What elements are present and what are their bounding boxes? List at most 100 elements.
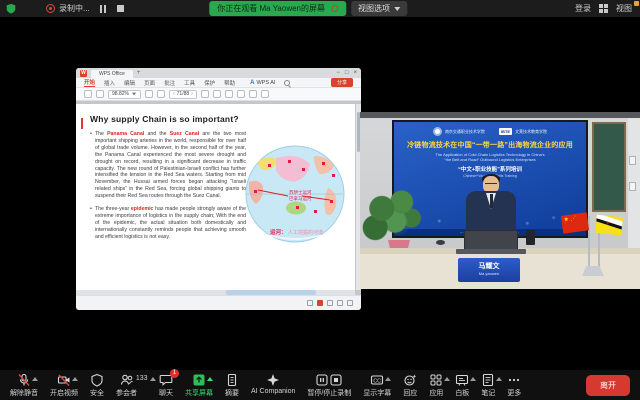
notes-button[interactable]: 笔记 [481,372,495,398]
watching-screen-banner: 你正在观看 Ma Yaowen的屏幕 [209,1,346,16]
status-icon[interactable] [337,300,343,306]
chevron-up-icon[interactable] [496,377,502,381]
chevron-up-icon[interactable] [32,377,38,381]
status-icon[interactable] [327,300,333,306]
wps-share-button[interactable]: 分享 [331,78,353,87]
slide-title: Why supply Chain is so important? [90,114,345,124]
nameplate-name-cn: 马耀文 [458,261,520,271]
pause-stop-recording-label: 暂停/停止录制 [307,388,351,398]
security-shield-icon[interactable] [6,3,16,14]
new-tab-button[interactable]: + [137,70,141,76]
toolbar-icon[interactable] [237,90,245,98]
leave-meeting-button[interactable]: 离开 [586,375,630,396]
toolbar-icon[interactable] [84,90,92,98]
apps-icon [429,373,443,387]
nameplate-name-en: Ma yaowen [458,271,520,276]
minimize-button[interactable]: − [336,68,340,78]
chevron-up-icon[interactable] [150,377,156,381]
view-options-label: 视图选项 [358,3,390,14]
wps-document-tab[interactable]: WPS Office [91,70,133,78]
status-icon[interactable] [317,300,323,306]
chalkboard [592,122,626,212]
toolbar-icon[interactable] [249,90,257,98]
menu-tab-edit[interactable]: 编辑 [124,79,135,87]
close-button[interactable]: × [353,68,357,78]
more-button[interactable]: 更多 [507,372,521,398]
horizontal-scrollbar[interactable] [76,290,355,295]
world-map-figure: 苏伊士运河 巴拿马运河 运河： 人工挖掘的河流 [244,144,346,248]
toolbar-icon[interactable] [213,90,221,98]
zoom-level-select[interactable]: 98.82% [108,90,141,99]
meeting-control-bar: 解除静音 开启视频 安 [0,370,640,400]
ai-companion-button[interactable]: AI Companion [251,372,295,395]
pause-recording-icon[interactable] [100,5,107,13]
pause-stop-recording-button[interactable]: 暂停/停止录制 [307,372,351,398]
toolbar-icon[interactable] [201,90,209,98]
view-button[interactable]: 视图 [616,3,632,14]
show-captions-button[interactable]: CC 显示字幕 [363,372,391,398]
record-controls-icon [316,373,342,387]
smartphone-on-stand [526,230,535,245]
paragraph-2: • The three-year epidemic has made peopl… [90,206,246,241]
menu-tab-tools[interactable]: 工具 [184,79,195,87]
share-screen-icon [192,373,206,387]
view-options-button[interactable]: 视图选项 [351,1,407,16]
mic-off-icon [17,373,31,387]
unmute-button[interactable]: 解除静音 [10,372,38,398]
menu-tab-home[interactable]: 开始 [84,78,95,87]
camera-off-icon [57,373,71,387]
menu-tab-help[interactable]: 帮助 [224,79,235,87]
slide-title-cn: 冷链物流技术在中国“一带一路”出海物流企业的应用 [394,140,586,150]
recording-indicator: 录制中... [46,3,124,14]
sign-in-button[interactable]: 登录 [575,3,591,14]
view-grid-icon[interactable] [599,4,608,13]
apps-button[interactable]: 应用 [429,372,443,398]
chat-label: 聊天 [159,388,173,398]
page-navigator[interactable]: ‹ 71/88 › [169,90,197,99]
status-icon[interactable] [307,300,313,306]
toolbar-icon[interactable] [225,90,233,98]
reactions-button[interactable]: 回应 [403,372,417,398]
prev-page-icon[interactable]: ‹ [173,90,175,98]
menu-tab-insert[interactable]: 插入 [104,79,115,87]
participant-count: 133 [136,375,148,382]
captions-icon: CC [370,373,384,387]
participants-button[interactable]: 133 参会者 [116,372,137,398]
stop-recording-icon[interactable] [117,5,124,12]
whiteboard-button[interactable]: 白板 [455,372,469,398]
chevron-down-icon [132,93,136,96]
ai-sparkle-icon [266,373,280,387]
menu-tab-page[interactable]: 页面 [144,79,155,87]
wps-ai-button[interactable]: A WPS AI [250,80,275,86]
chevron-up-icon[interactable] [385,377,391,381]
summary-button[interactable]: 摘要 [225,372,239,398]
start-video-button[interactable]: 开启视频 [50,372,78,398]
toolbar-icon[interactable] [96,90,104,98]
maximize-button[interactable]: □ [345,68,349,78]
zoom-meeting-window: 录制中... 你正在观看 Ma Yaowen的屏幕 视图选项 登录 视图 W [0,0,640,400]
toolbar-icon[interactable] [145,90,153,98]
svg-text:CC: CC [374,378,382,384]
slide-logos: 南京交通职业技术学院 IBTE 文莱技术教育学院 [394,127,586,136]
presenter-video-feed[interactable]: 南京交通职业技术学院 IBTE 文莱技术教育学院 冷链物流技术在中国“一带一路”… [360,112,640,289]
whiteboard-label: 白板 [455,388,469,398]
next-page-icon[interactable]: › [191,90,193,98]
slide-title-en: The Application of Cold Chain Logistics … [394,152,586,162]
apps-label: 应用 [429,388,443,398]
share-screen-button[interactable]: 共享屏幕 [185,372,213,398]
toolbar-icon[interactable] [157,90,165,98]
security-button[interactable]: 安全 [90,372,104,398]
search-icon[interactable] [284,80,290,86]
chevron-up-icon[interactable] [72,377,78,381]
toolbar-icon[interactable] [261,90,269,98]
menu-tab-comment[interactable]: 批注 [164,79,175,87]
menu-tab-protect[interactable]: 保护 [204,79,215,87]
chat-button[interactable]: 1 聊天 [159,372,173,398]
chevron-up-icon[interactable] [470,377,476,381]
computer-mouse [436,240,445,245]
status-icon[interactable] [347,300,353,306]
chevron-up-icon[interactable] [207,377,213,381]
chevron-up-icon[interactable] [444,377,450,381]
wps-tab-bar: W WPS Office + − □ × [76,68,361,78]
right-org-name: 文莱技术教育学院 [515,129,547,135]
